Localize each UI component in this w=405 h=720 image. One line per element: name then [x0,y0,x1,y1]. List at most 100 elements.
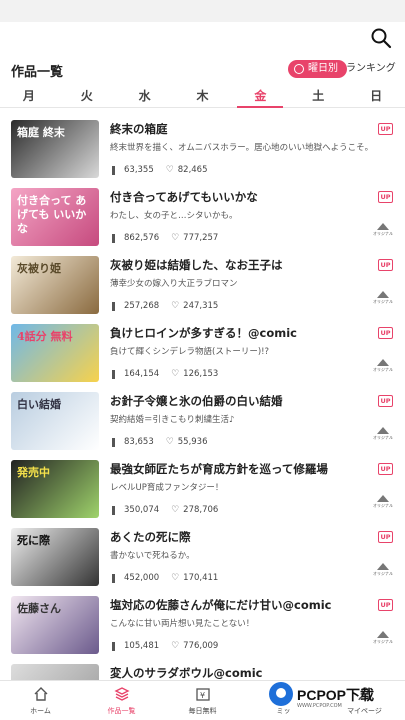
speaker-icon [112,641,121,651]
heart-icon: ♡ [171,640,180,651]
view-count: 350,074 [124,505,160,515]
original-house-icon [377,427,389,434]
series-thumbnail[interactable]: 発売中 [11,460,99,518]
original-badge: オリジナル [373,291,393,305]
view-count: 164,154 [124,369,160,379]
like-count: 126,153 [183,369,219,379]
like-count: 777,257 [183,233,219,243]
up-badge: UP [378,191,393,203]
view-count: 63,355 [124,165,154,175]
like-count: 170,411 [183,573,219,583]
series-stats: 83,653 ♡ 55,936 [112,437,208,447]
series-title: 塩対応の佐藤さんが俺にだけ甘い@comic [110,598,332,612]
series-title: 付き合ってあげてもいいかな [110,190,258,204]
up-badge: UP [378,531,393,543]
watermark-text: PCPOP下载 [297,687,375,703]
tab-daily-free[interactable]: ¥ 毎日無料 [162,681,243,720]
series-item[interactable]: 4話分 無料 負けヒロインが多すぎる！@comic 負けて輝くシンデレラ物語(ストー… [0,316,405,384]
original-house-icon [377,359,389,366]
series-stats: 63,355 ♡ 82,465 [112,165,208,175]
series-title: 変人のサラダボウル@comic [110,666,263,680]
series-title: 負けヒロインが多すぎる！@comic [110,326,297,340]
series-thumbnail[interactable]: 死に際 [11,528,99,586]
series-thumbnail[interactable]: 付き合って あげても いいかな [11,188,99,246]
original-badge: オリジナル [373,223,393,237]
original-badge: オリジナル [373,359,393,373]
series-description: 負けて輝くシンデレラ物語(ストーリー)!? [110,347,270,357]
tab-tuesday[interactable]: 火 [58,86,116,107]
tab-home-label: ホーム [30,707,51,715]
series-thumbnail[interactable]: 白い結婚 [11,392,99,450]
toggle-by-day-label: 曜日別 [308,63,338,74]
toggle-ranking[interactable]: ランキング [340,60,402,78]
clock-icon [294,64,304,74]
original-badge-label: オリジナル [373,639,393,644]
series-stats: 105,481 ♡ 776,009 [112,641,218,651]
heart-icon: ♡ [165,436,174,447]
thumbnail-cover-art: 佐藤さん [17,602,61,615]
tab-friday[interactable]: 金 [231,86,289,108]
tab-works-label: 作品一覧 [107,707,136,715]
list-header: 作品一覧 曜日別 ランキング [0,60,405,82]
heart-icon: ♡ [171,504,180,515]
thumbnail-cover-art: 箱庭 終末 [17,126,65,139]
tab-thursday[interactable]: 木 [174,86,232,107]
series-item[interactable]: 発売中 最強女師匠たちが育成方針を巡って修羅場 レベルUP育成ファンタジー！ 350,… [0,452,405,520]
view-count: 83,653 [124,437,154,447]
series-thumbnail[interactable]: 箱庭 終末 [11,120,99,178]
view-count: 105,481 [124,641,160,651]
original-badge-label: オリジナル [373,571,393,576]
original-badge: オリジナル [373,563,393,577]
series-item[interactable]: 灰被り姫 灰被り姫は結婚した、なお王子は 薄幸少女の嫁入り大正ラブロマン 257,26… [0,248,405,316]
svg-text:¥: ¥ [200,691,205,700]
original-badge: オリジナル [373,631,393,645]
series-thumbnail[interactable] [11,664,99,680]
watermark-sub: WWW.PCPOP.COM [297,703,342,709]
up-badge: UP [378,259,393,271]
series-thumbnail[interactable]: 佐藤さん [11,596,99,654]
series-title: あくたの死に際 [110,530,191,544]
series-stats: 452,000 ♡ 170,411 [112,573,218,583]
series-description: 契約結婚＝引きこもり刺繍生活♪ [110,415,235,425]
yen-icon: ¥ [195,688,210,701]
watermark: PCPOP下载 WWW.PCPOP.COM [269,680,399,714]
original-house-icon [377,631,389,638]
toggle-by-day[interactable]: 曜日別 [288,60,347,78]
series-item[interactable]: 佐藤さん 塩対応の佐藤さんが俺にだけ甘い@comic こんなに甘い両片想い見たことな… [0,588,405,656]
tab-wednesday[interactable]: 水 [116,86,174,107]
page-title: 作品一覧 [11,64,64,79]
series-item[interactable]: 変人のサラダボウル@comic [0,656,405,680]
series-item[interactable]: 付き合って あげても いいかな 付き合ってあげてもいいかなわたし、女の子と…シタい… [0,180,405,248]
original-house-icon [377,563,389,570]
tab-home[interactable]: ホーム [0,681,81,720]
heart-icon: ♡ [171,300,180,311]
tab-sunday[interactable]: 日 [347,86,405,107]
series-item[interactable]: 箱庭 終末 終末の箱庭 終末世界を描く、オムニバスホラー。居心地のいい地獄へようこそ… [0,112,405,180]
view-count: 862,576 [124,233,160,243]
series-stats: 164,154 ♡ 126,153 [112,369,218,379]
original-badge-label: オリジナル [373,435,393,440]
series-item[interactable]: 死に際 あくたの死に際 書かないで死ねるか。 452,000 ♡ 170,411 UP オリジ… [0,520,405,588]
tab-works[interactable]: 作品一覧 [81,681,162,720]
heart-icon: ♡ [171,368,180,379]
series-stats: 350,074 ♡ 278,706 [112,505,218,515]
up-badge: UP [378,395,393,407]
thumbnail-cover-art: 死に際 [17,534,50,547]
tab-monday[interactable]: 月 [0,86,58,107]
original-badge-label: オリジナル [373,367,393,372]
tab-saturday[interactable]: 土 [289,86,347,107]
search-button[interactable] [369,26,393,50]
series-title: 灰被り姫は結婚した、なお王子は [110,258,283,272]
like-count: 247,315 [183,301,219,311]
series-description: わたし、女の子と…シタいかも。 [110,211,238,221]
like-count: 55,936 [177,437,208,447]
speaker-icon [112,573,121,583]
series-item[interactable]: 白い結婚 お針子令嬢と氷の伯爵の白い結婚 契約結婚＝引きこもり刺繍生活♪ 83,653… [0,384,405,452]
thumbnail-cover-art: 4話分 無料 [17,330,73,343]
view-count: 257,268 [124,301,160,311]
thumbnail-cover-art: 白い結婚 [17,398,61,411]
original-badge-label: オリジナル [373,299,393,304]
series-thumbnail[interactable]: 4話分 無料 [11,324,99,382]
series-thumbnail[interactable]: 灰被り姫 [11,256,99,314]
original-badge: オリジナル [373,427,393,441]
